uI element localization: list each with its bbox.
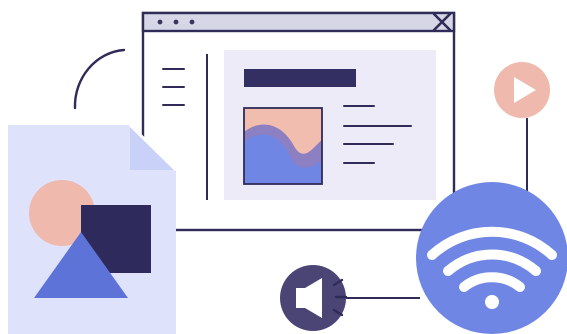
megaphone-icon [280,265,420,331]
illustration-canvas [0,0,567,334]
media-illustration [8,11,567,334]
window-dot-3 [189,19,195,25]
wifi-icon [416,182,567,334]
connector-arc [73,48,126,110]
browser-window-icon [141,11,456,232]
play-icon [494,62,550,196]
image-thumbnail [243,107,323,185]
document-shapes-icon [8,123,178,334]
window-dot-2 [173,19,179,25]
headline-bar [244,69,356,87]
window-dot-1 [157,19,163,25]
